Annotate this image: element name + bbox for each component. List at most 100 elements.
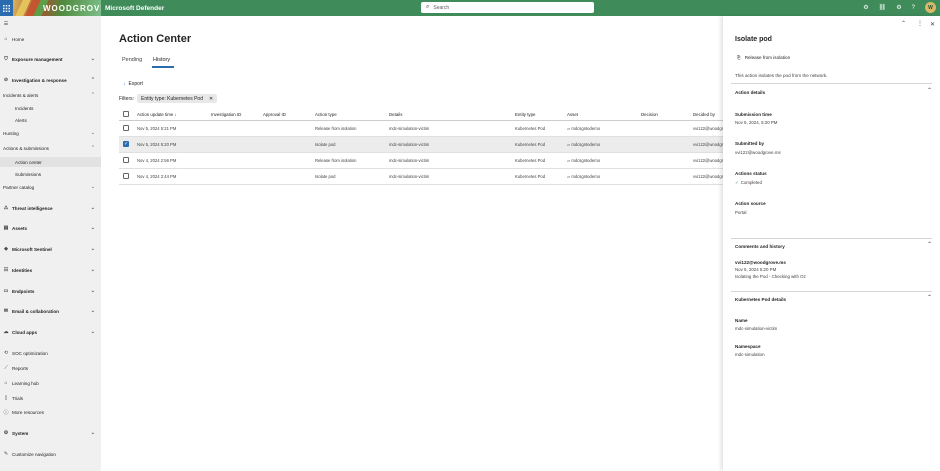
table-row[interactable]: Nov 5, 2024 5:21 PM Release from isolati…	[119, 121, 723, 137]
nav-label: Investigation & response	[12, 77, 67, 83]
close-icon[interactable]: ✕	[930, 21, 935, 28]
cell-asset[interactable]: ▱ mdcsgntedemo	[567, 126, 600, 131]
row-checkbox[interactable]	[123, 125, 129, 131]
nav-item-actions-submissions[interactable]: Actions & submissions ⌃	[0, 143, 101, 153]
app-launcher-button[interactable]	[0, 0, 13, 16]
nav-item-customize-navigation[interactable]: ✎ Customize navigation	[0, 449, 101, 459]
nav-item-reports[interactable]: ⟋ Reports	[0, 363, 101, 373]
nav-item-exposure-management[interactable]: ⛉ Exposure management ⌄	[0, 54, 101, 64]
nav-item-more-resources[interactable]: ⓘ More resources	[0, 407, 101, 417]
cell-details[interactable]: mdc-simulation-victim	[389, 158, 429, 163]
nav-item-partner-catalog[interactable]: Partner catalog ⌄	[0, 182, 101, 192]
namespace-value: mdc-simulation	[735, 352, 765, 357]
release-from-isolation-button[interactable]: ⎘ Release from isolation	[737, 55, 790, 60]
cell-entity-type: Kubernetes Pod	[515, 126, 546, 131]
table-row[interactable]: ✓ Nov 5, 2024 5:20 PM Isolate pod mdc-si…	[119, 137, 723, 153]
column-header-action-type[interactable]: Action type	[315, 112, 337, 117]
action-source-label: Action source	[735, 201, 766, 206]
column-header-decision[interactable]: Decision	[641, 112, 658, 117]
notifications-icon[interactable]: ⚙︎	[863, 4, 868, 11]
nav-label: Incidents	[15, 105, 34, 111]
row-checkbox[interactable]: ✓	[123, 141, 129, 147]
nav-item-assets[interactable]: ▤ Assets ⌄	[0, 223, 101, 233]
chevron-up-icon[interactable]: ⌃	[901, 20, 906, 27]
select-all-checkbox[interactable]	[123, 111, 129, 117]
tab-history[interactable]: History	[153, 57, 170, 63]
tab-pending[interactable]: Pending	[122, 57, 142, 63]
action-details-panel: ⌃ ⋮ ✕ Isolate pod ⎘ Release from isolati…	[723, 16, 940, 471]
row-checkbox[interactable]	[123, 157, 129, 163]
section-header-action-details[interactable]: Action details	[735, 90, 765, 95]
asset-label: mdcsgntedemo	[571, 174, 601, 179]
more-icon[interactable]: ⋮	[917, 20, 923, 27]
column-header-decided-by[interactable]: Decided by	[693, 112, 715, 117]
cell-asset[interactable]: ▱ mdcsgntedemo	[567, 142, 600, 147]
trials-icon: ▯	[4, 395, 8, 401]
cell-decided-by: vvi122@woodgr	[693, 126, 724, 131]
chevron-down-icon: ⌄	[90, 130, 95, 136]
row-checkbox[interactable]	[123, 173, 129, 179]
nav-item-alerts[interactable]: Alerts	[0, 115, 101, 125]
column-header-investigation-id[interactable]: Investigation ID	[211, 112, 241, 117]
column-header-details[interactable]: Details	[389, 112, 402, 117]
nav-item-threat-intelligence[interactable]: ⚠ Threat intelligence ⌄	[0, 203, 101, 213]
chevron-up-icon[interactable]: ⌃	[927, 241, 932, 248]
nav-item-learning-hub[interactable]: ⌂ Learning hub	[0, 378, 101, 388]
nav-item-email-collaboration[interactable]: ✉ Email & collaboration ⌄	[0, 306, 101, 316]
column-header-action-update-time[interactable]: Action update time ↓	[137, 112, 177, 117]
nav-collapse-button[interactable]: ☰	[0, 19, 101, 29]
link-icon[interactable]: ⛓	[879, 4, 887, 11]
export-label: Export	[128, 81, 143, 87]
chevron-down-icon: ⌄	[90, 225, 95, 231]
sentinel-icon: ◈	[4, 246, 8, 252]
avatar[interactable]: W	[925, 2, 936, 13]
nav-item-incidents[interactable]: Incidents	[0, 103, 101, 113]
nav-label: Action center	[15, 159, 42, 165]
nav-item-home[interactable]: ⌂ Home	[0, 34, 101, 44]
cell-time: Nov 5, 2024 5:20 PM	[137, 142, 177, 147]
chevron-up-icon[interactable]: ⌃	[927, 87, 932, 94]
nav-item-hunting[interactable]: Hunting ⌄	[0, 128, 101, 138]
help-icon[interactable]: ?	[912, 5, 915, 11]
chevron-up-icon[interactable]: ⌃	[927, 294, 932, 301]
section-header-comments[interactable]: Comments and history	[735, 244, 785, 249]
cell-asset[interactable]: ▱ mdcsgntedemo	[567, 174, 600, 179]
filters-label: Filters:	[119, 95, 134, 102]
search-input[interactable]: ⌕ Search	[421, 2, 594, 13]
table-row[interactable]: Nov 4, 2024 2:44 PM Isolate pod mdc-simu…	[119, 169, 723, 185]
nav-item-soc-optimization[interactable]: ⟲ SOC optimization	[0, 348, 101, 358]
export-button[interactable]: ↓ Export	[123, 81, 143, 87]
settings-icon[interactable]: ⚙	[896, 4, 901, 11]
cell-details[interactable]: mdc-simulation-victim	[389, 126, 429, 131]
cell-asset[interactable]: ▱ mdcsgntedemo	[567, 158, 600, 163]
section-header-k8s-pod-details[interactable]: Kubernetes Pod details	[735, 297, 786, 302]
chevron-down-icon: ⌄	[90, 308, 95, 314]
chevron-up-icon: ⌃	[90, 145, 95, 151]
nav-item-action-center[interactable]: Action center	[0, 157, 101, 167]
action-source-value: Portal	[735, 210, 747, 215]
cell-details[interactable]: mdc-simulation-victim	[389, 142, 429, 147]
nav-label: Exposure management	[12, 56, 63, 62]
cell-details[interactable]: mdc-simulation-victim	[389, 174, 429, 179]
column-header-approval-id[interactable]: Approval ID	[263, 112, 286, 117]
filter-chip[interactable]: Entity type: Kubernetes Pod ✕	[137, 94, 218, 103]
download-icon: ↓	[123, 81, 126, 87]
nav-item-submissions[interactable]: Submissions	[0, 169, 101, 179]
table-row[interactable]: Nov 4, 2024 2:56 PM Release from isolati…	[119, 153, 723, 169]
nav-item-microsoft-sentinel[interactable]: ◈ Microsoft Sentinel ⌄	[0, 244, 101, 254]
nav-item-trials[interactable]: ▯ Trials	[0, 393, 101, 403]
column-header-entity-type[interactable]: Entity type	[515, 112, 536, 117]
nav-item-incidents-alerts[interactable]: Incidents & alerts ⌃	[0, 90, 101, 100]
home-icon: ⌂	[4, 36, 8, 42]
nav-item-investigation-response[interactable]: ⊘ Investigation & response ⌃	[0, 75, 101, 85]
pod-name-label: Name	[735, 318, 748, 323]
close-icon[interactable]: ✕	[209, 96, 213, 102]
nav-item-endpoints[interactable]: ▭ Endpoints ⌄	[0, 286, 101, 296]
submission-time-label: Submission time	[735, 112, 772, 117]
nav-item-identities[interactable]: ☷ Identities ⌄	[0, 265, 101, 275]
nav-item-cloud-apps[interactable]: ☁ Cloud apps ⌄	[0, 327, 101, 337]
nav-label: Home	[12, 36, 25, 42]
column-header-asset[interactable]: Asset	[567, 112, 578, 117]
nav-item-system[interactable]: ⚙ System ⌄	[0, 428, 101, 438]
nav-label: Email & collaboration	[12, 308, 59, 314]
